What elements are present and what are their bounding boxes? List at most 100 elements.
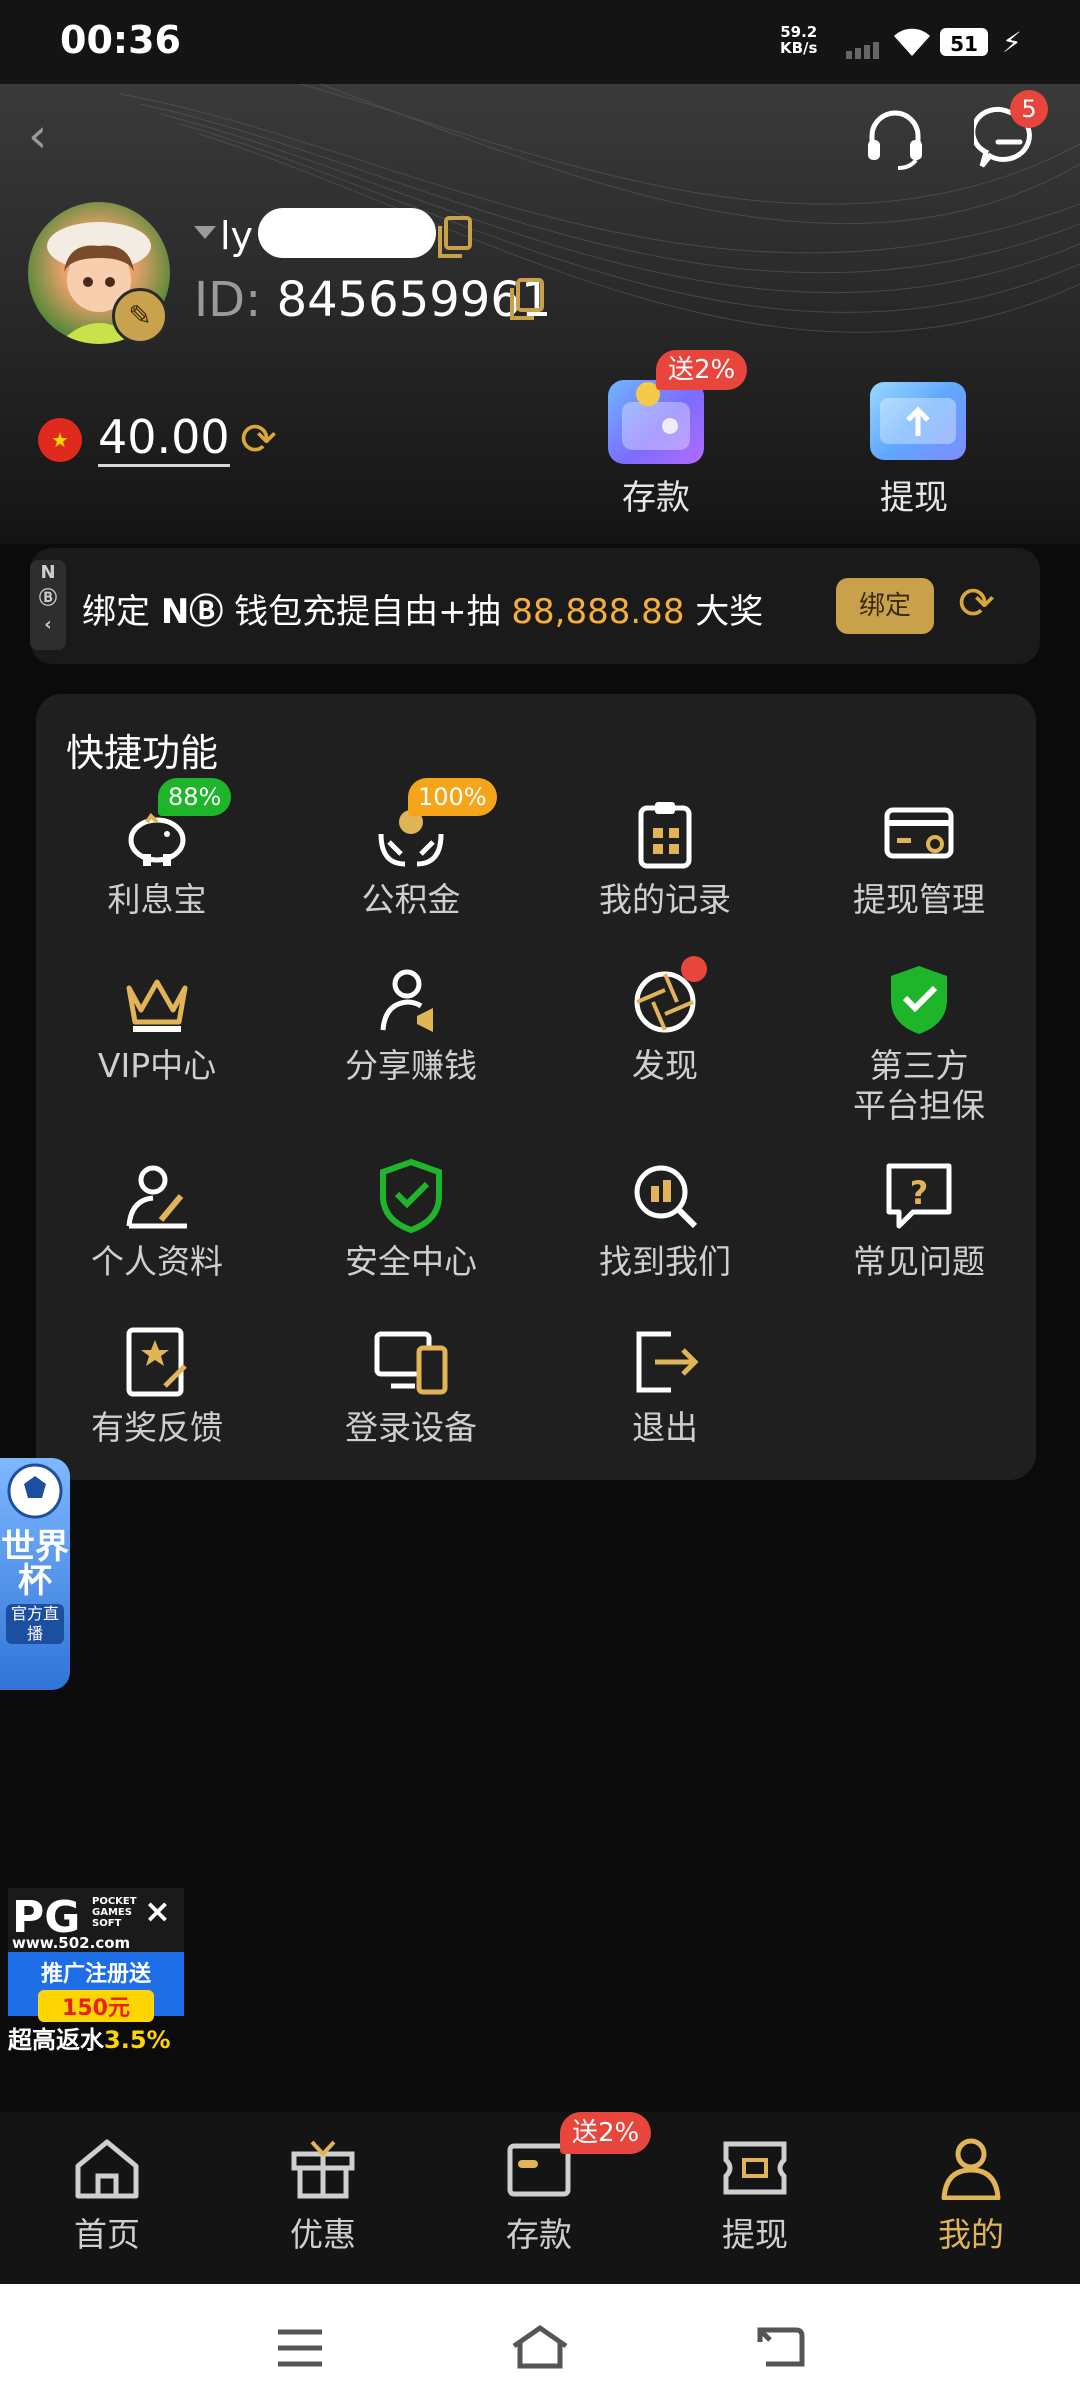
nav-label: 我的 xyxy=(938,2215,1004,2254)
grid-item-share[interactable]: 分享赚钱 xyxy=(284,960,538,1086)
id-label: ID: xyxy=(194,272,262,328)
grid-label: 找到我们 xyxy=(599,1242,731,1281)
user-edit-icon xyxy=(117,1156,197,1236)
grid-label: 登录设备 xyxy=(345,1408,477,1447)
dropdown-caret-icon[interactable] xyxy=(194,226,216,239)
grid-item-interest[interactable]: 利息宝 88% xyxy=(30,778,284,920)
prize-amount: 88,888.88 xyxy=(511,592,685,632)
pg-rebate-label: 超高返水 xyxy=(8,2026,104,2054)
bind-promo-text: 绑定 NⒷ 钱包充提自由+抽 88,888.88 大奖 xyxy=(82,584,763,633)
bind-button[interactable]: 绑定 xyxy=(836,578,934,634)
grid-item-logout[interactable]: 退出 xyxy=(538,1322,792,1448)
nav-deposit-badge: 送2% xyxy=(560,2112,652,2154)
grid-item-security[interactable]: 安全中心 xyxy=(284,1156,538,1282)
feedback-star-icon xyxy=(117,1322,197,1402)
back-system-icon[interactable] xyxy=(756,2324,806,2370)
nb-tab-text: N xyxy=(40,562,56,583)
nav-promotions[interactable]: 优惠 xyxy=(258,2136,388,2256)
edit-avatar-icon[interactable]: ✎ xyxy=(112,288,168,344)
bind-prefix: 绑定 xyxy=(82,592,150,632)
nav-withdraw[interactable]: 提现 xyxy=(690,2136,820,2256)
nb-brand-coin-icon: Ⓑ xyxy=(189,592,224,632)
grid-label: 提现管理 xyxy=(853,880,985,919)
grid-item-third-party[interactable]: 第三方 平台担保 xyxy=(792,960,1046,1126)
headset-icon xyxy=(868,110,922,170)
back-button[interactable]: ‹ xyxy=(28,108,47,164)
grid-item-provident[interactable]: 公积金 100% xyxy=(284,778,538,920)
withdraw-card-icon[interactable] xyxy=(870,382,966,460)
home-icon xyxy=(75,2139,139,2199)
worldcup-text: 世界杯 xyxy=(1,1527,69,1601)
nav-deposit[interactable]: 存款 xyxy=(474,2136,604,2256)
grid-item-faq[interactable]: ? 常见问题 xyxy=(792,1156,1046,1282)
pg-promo: 推广注册送 150元 xyxy=(8,1952,184,2022)
soccer-ball-icon xyxy=(7,1463,63,1519)
grid-label: 我的记录 xyxy=(599,880,731,919)
signal-icon xyxy=(846,40,882,59)
grid-label: 公积金 xyxy=(361,880,461,919)
pg-url: www.502.com xyxy=(12,1934,131,1952)
devices-icon xyxy=(371,1322,451,1402)
system-nav-bar xyxy=(0,2284,1080,2408)
customer-service-button[interactable] xyxy=(860,104,930,178)
net-speed-value: 59.2 xyxy=(780,23,818,41)
menu-icon[interactable] xyxy=(276,2328,324,2368)
nav-mine[interactable]: 我的 xyxy=(906,2136,1036,2256)
username: ly xyxy=(220,214,254,258)
user-megaphone-icon xyxy=(371,960,451,1040)
wifi-icon xyxy=(892,26,932,62)
refresh-balance-icon[interactable]: ⟳ xyxy=(240,414,277,465)
nb-wallet-tab[interactable]: N Ⓑ ‹ xyxy=(30,560,66,650)
grid-item-profile[interactable]: 个人资料 xyxy=(30,1156,284,1282)
home-system-icon[interactable] xyxy=(510,2324,570,2370)
deposit-label[interactable]: 存款 xyxy=(622,470,690,519)
copy-username-icon[interactable] xyxy=(436,216,474,264)
pg-promo-line1: 推广注册送 xyxy=(40,1962,151,1987)
nb-tab-coin-icon: Ⓑ xyxy=(39,588,57,609)
status-time: 00:36 xyxy=(60,18,181,62)
copy-id-icon[interactable] xyxy=(508,278,546,326)
battery-icon: 51 xyxy=(940,28,988,56)
grid-label: VIP中心 xyxy=(97,1046,217,1085)
svg-text:?: ? xyxy=(910,1174,929,1212)
withdraw-label[interactable]: 提现 xyxy=(880,470,948,519)
nav-label: 首页 xyxy=(74,2215,140,2254)
interest-rate-badge: 88% xyxy=(158,778,232,816)
balance-amount: 40.00 xyxy=(98,410,230,467)
pg-ad-float[interactable]: PG POCKET GAMES SOFT www.502.com × 推广注册送… xyxy=(8,1888,184,2060)
grid-label: 利息宝 xyxy=(107,880,207,919)
grid-item-records[interactable]: 我的记录 xyxy=(538,794,792,920)
discover-dot xyxy=(681,956,707,982)
shield-check-icon xyxy=(879,960,959,1040)
user-id: ID: 845659961 xyxy=(194,272,551,328)
question-bubble-icon: ? xyxy=(879,1156,959,1236)
worldcup-live-float[interactable]: 世界杯 官方直播 xyxy=(0,1458,70,1690)
net-speed-unit: KB/s xyxy=(780,39,818,57)
nav-label: 提现 xyxy=(722,2215,788,2254)
bind-middle: 钱包充提自由+抽 xyxy=(234,592,501,632)
grid-label-line1: 第三方 xyxy=(869,1046,969,1085)
grid-label: 安全中心 xyxy=(345,1242,477,1281)
grid-item-devices[interactable]: 登录设备 xyxy=(284,1322,538,1448)
grid-item-withdraw-manage[interactable]: 提现管理 xyxy=(792,794,1046,920)
grid-item-find-us[interactable]: 找到我们 xyxy=(538,1156,792,1282)
grid-item-vip[interactable]: VIP中心 xyxy=(30,960,284,1086)
pg-promo-line2: 150元 xyxy=(38,1990,154,2022)
grid-label: 第三方 平台担保 xyxy=(792,1046,1046,1126)
nav-home[interactable]: 首页 xyxy=(42,2136,172,2256)
nav-label: 优惠 xyxy=(290,2215,356,2254)
refresh-icon[interactable]: ⟳ xyxy=(958,578,995,629)
grid-item-discover[interactable]: 发现 xyxy=(538,956,792,1086)
grid-label: 分享赚钱 xyxy=(345,1046,477,1085)
deposit-wallet-icon[interactable] xyxy=(608,380,704,464)
grid-label: 个人资料 xyxy=(91,1242,223,1281)
nb-brand: N xyxy=(160,592,190,632)
card-settings-icon xyxy=(879,794,959,874)
charging-icon: ⚡ xyxy=(1002,26,1022,59)
message-count-badge: 5 xyxy=(1010,90,1048,128)
grid-label-line2: 平台担保 xyxy=(853,1086,985,1125)
grid-item-feedback[interactable]: 有奖反馈 xyxy=(30,1322,284,1448)
ticket-icon xyxy=(723,2141,787,2195)
worldcup-sub: 官方直播 xyxy=(6,1604,64,1644)
close-icon[interactable]: × xyxy=(144,1892,171,1930)
